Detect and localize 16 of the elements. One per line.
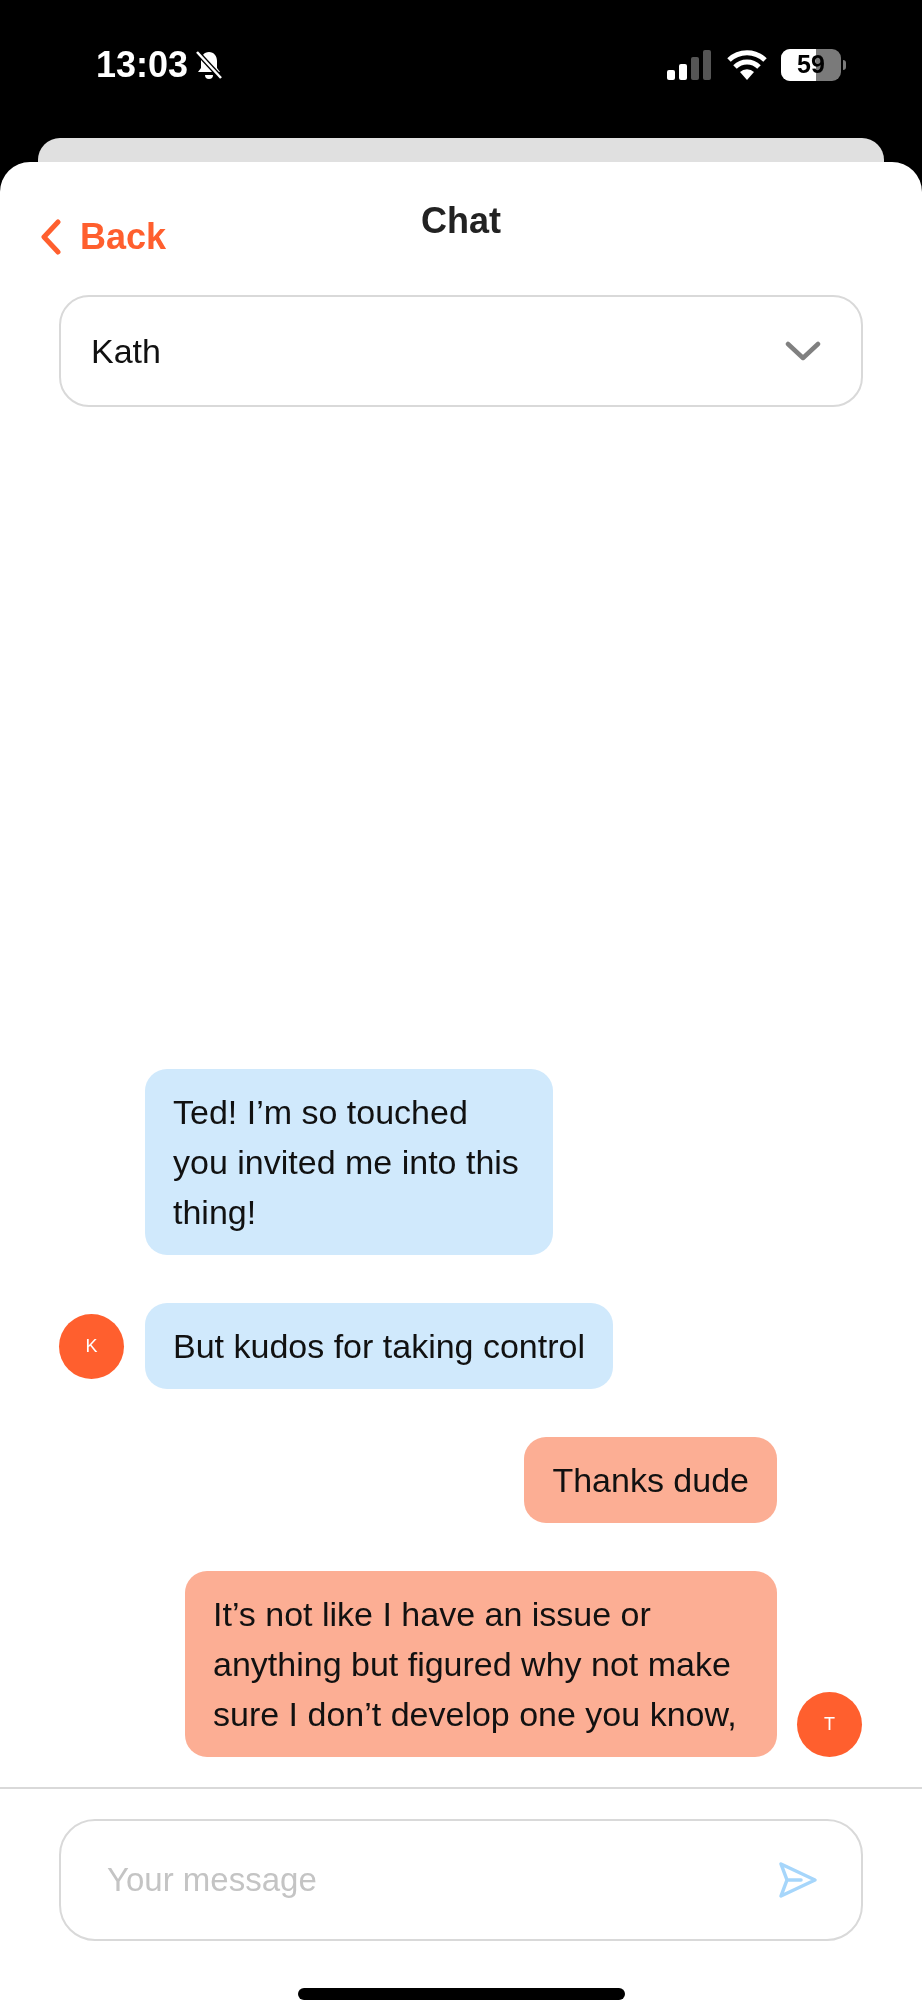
received-message: Ted! I’m so touched you invited me into this thing! <box>145 1069 553 1255</box>
muted-bell-icon <box>194 49 225 81</box>
wifi-icon <box>727 50 767 80</box>
avatar: T <box>797 1692 862 1757</box>
screen-title: Chat <box>421 199 501 243</box>
signal-icon <box>667 50 713 80</box>
recipient-dropdown[interactable]: Kath <box>59 295 863 407</box>
status-time: 13:03 <box>96 43 189 87</box>
sent-message: Thanks dude <box>524 1437 777 1523</box>
avatar: K <box>59 1313 124 1379</box>
chevron-left-icon <box>40 219 62 255</box>
sent-message: It’s not like I have an issue or anything but figured why not make sure I don’t develop one you know, <box>185 1571 777 1757</box>
received-message: But kudos for taking control <box>145 1303 613 1389</box>
message-field[interactable]: Your message <box>59 1819 863 1941</box>
chevron-down-icon <box>785 340 821 362</box>
battery-level: 59 <box>797 49 825 81</box>
